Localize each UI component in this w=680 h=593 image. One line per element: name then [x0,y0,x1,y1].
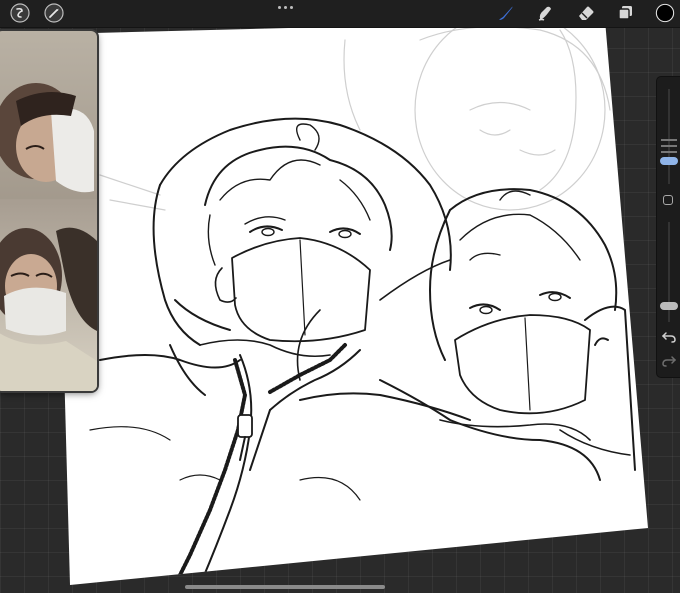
drawing-canvas[interactable] [0,0,680,593]
slider-notch [661,145,677,147]
brush-size-slider[interactable] [668,89,670,184]
video-call-overlay[interactable] [0,31,97,391]
video-call-thumbnail [0,31,97,391]
undo-icon[interactable] [661,329,677,345]
home-indicator[interactable] [185,585,385,589]
layers-button[interactable] [616,3,636,23]
more-dots-icon[interactable] [274,2,296,12]
redo-icon[interactable] [661,353,677,369]
brush-icon [499,6,513,20]
opacity-thumb[interactable] [660,302,678,310]
modify-square-icon[interactable] [663,195,673,205]
color-swatch [655,3,675,23]
settings-wrench-icon [10,3,30,23]
magic-wand-icon [44,3,64,23]
slider-notch [661,139,677,141]
sidebar-panel [656,76,680,378]
eraser-icon [579,6,594,20]
brush-size-thumb[interactable] [660,157,678,165]
top-toolbar [0,0,680,28]
gallery-button[interactable] [10,3,30,23]
layers-icon [618,6,632,20]
adjustments-button[interactable] [44,3,64,23]
canvas-workspace[interactable] [0,0,680,593]
eraser-tool-button[interactable] [576,3,596,23]
smudge-tool-button[interactable] [535,3,555,23]
canvas-paper [55,20,648,585]
color-button[interactable] [655,3,675,23]
smudge-icon [538,6,551,21]
slider-notch [661,151,677,153]
brush-tool-button[interactable] [496,3,516,23]
